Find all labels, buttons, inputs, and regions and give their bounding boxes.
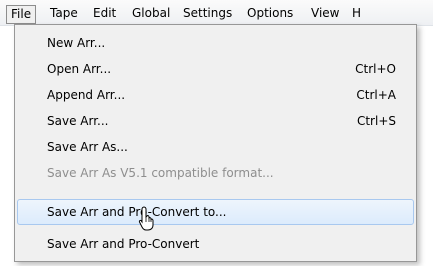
- menu-item-label: Save Arr...: [47, 114, 109, 128]
- menu-item-save-and-pro-convert[interactable]: Save Arr and Pro-Convert: [17, 231, 414, 257]
- menu-help-partial[interactable]: H: [350, 6, 363, 24]
- menu-item-label: Save Arr As...: [47, 140, 128, 154]
- menu-item-shortcut: Ctrl+S: [356, 114, 396, 128]
- mouse-pointer-icon: [138, 206, 154, 231]
- file-menu-dropdown: New Arr... Open Arr... Ctrl+O Append Arr…: [14, 24, 417, 262]
- menu-item-shortcut: Ctrl+O: [355, 62, 396, 76]
- menu-item-save-arr-as[interactable]: Save Arr As...: [17, 134, 414, 160]
- menu-item-save-arr-as-v51: Save Arr As V5.1 compatible format...: [17, 160, 414, 186]
- menu-item-save-and-pro-convert-to[interactable]: Save Arr and Pro-Convert to...: [17, 199, 414, 225]
- menu-item-shortcut: Ctrl+A: [356, 88, 396, 102]
- menu-item-label: Save Arr and Pro-Convert to...: [47, 205, 227, 219]
- menu-bar: File Tape Edit Global Settings Options V…: [0, 0, 433, 26]
- menu-item-append-arr[interactable]: Append Arr... Ctrl+A: [17, 82, 414, 108]
- menu-settings[interactable]: Settings: [181, 6, 234, 24]
- menu-item-save-arr[interactable]: Save Arr... Ctrl+S: [17, 108, 414, 134]
- menu-options[interactable]: Options: [245, 6, 295, 24]
- menu-edit[interactable]: Edit: [91, 6, 118, 24]
- menu-item-label: Save Arr and Pro-Convert: [47, 237, 200, 251]
- menu-item-label: Save Arr As V5.1 compatible format...: [47, 166, 274, 180]
- menu-global[interactable]: Global: [130, 6, 172, 24]
- menu-item-open-arr[interactable]: Open Arr... Ctrl+O: [17, 56, 414, 82]
- menu-item-new-arr[interactable]: New Arr...: [17, 30, 414, 56]
- menu-file[interactable]: File: [6, 5, 37, 24]
- menu-item-label: Append Arr...: [47, 88, 126, 102]
- menu-tape[interactable]: Tape: [48, 6, 80, 24]
- menu-item-label: New Arr...: [47, 36, 106, 50]
- menu-item-label: Open Arr...: [47, 62, 112, 76]
- menu-view[interactable]: View: [309, 6, 341, 24]
